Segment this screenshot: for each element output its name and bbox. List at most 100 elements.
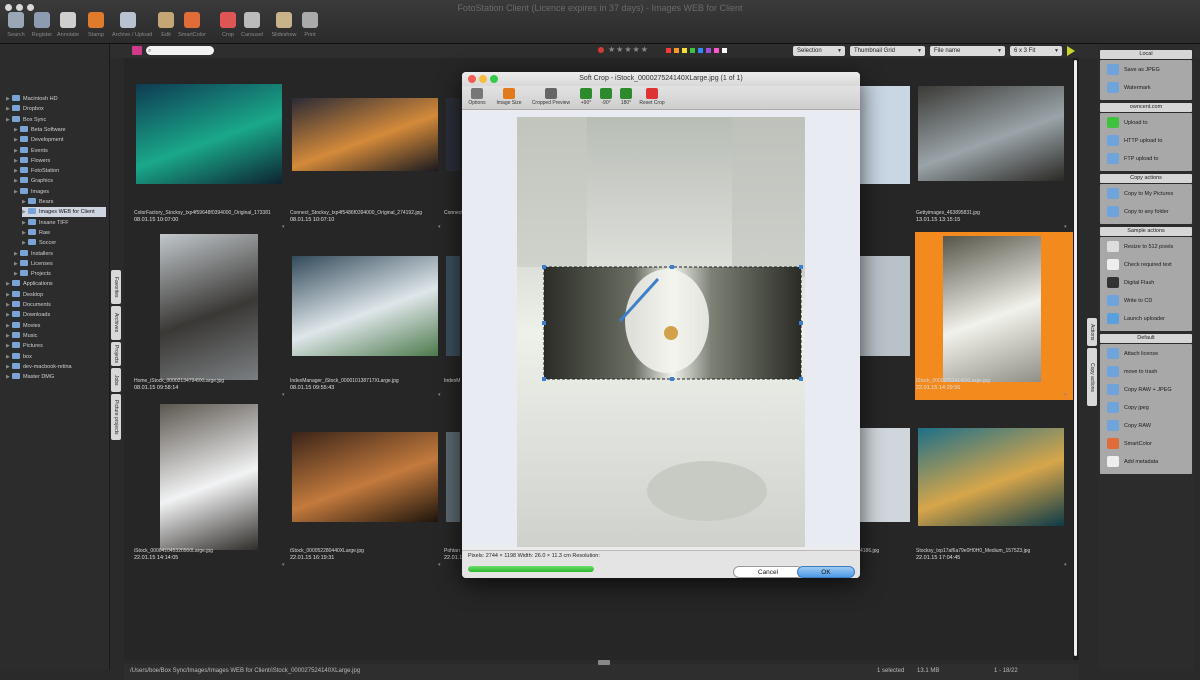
crop-tool-button[interactable]: Options bbox=[466, 88, 488, 106]
tree-item[interactable]: ▶ Desktop bbox=[6, 290, 106, 300]
action-item[interactable]: Check required text bbox=[1102, 257, 1190, 273]
selection-dropdown[interactable]: Selection ▼ bbox=[793, 46, 845, 56]
reject-flag-icon[interactable] bbox=[598, 47, 604, 53]
thumbnail-image[interactable] bbox=[446, 98, 460, 171]
tree-item[interactable]: ▶ Graphics bbox=[14, 176, 106, 186]
tree-item[interactable]: ▶ Insane TIFF bbox=[22, 218, 106, 228]
side-tab[interactable]: Favorites bbox=[111, 270, 121, 304]
action-section-header[interactable]: owncent.com bbox=[1100, 103, 1192, 112]
crop-canvas[interactable] bbox=[462, 111, 860, 547]
view-toggle-icon[interactable] bbox=[132, 46, 142, 55]
action-item[interactable]: Resize to 512 pixels bbox=[1102, 239, 1190, 255]
cancel-button[interactable]: Cancel bbox=[733, 566, 803, 578]
thumbnail-image[interactable] bbox=[292, 432, 438, 522]
tree-item[interactable]: ▶ Box Sync bbox=[6, 115, 106, 125]
color-swatch[interactable] bbox=[706, 48, 711, 53]
action-item[interactable]: HTTP upload to bbox=[1102, 133, 1190, 149]
thumbnail-image[interactable] bbox=[918, 86, 1064, 181]
thumbnail-menu-icon[interactable]: ▾ bbox=[438, 562, 441, 568]
crop-tool-button[interactable]: Cropped Preview bbox=[528, 88, 574, 106]
action-item[interactable]: Copy jpeg bbox=[1102, 400, 1190, 416]
action-item[interactable]: Attach license bbox=[1102, 346, 1190, 362]
action-section-header[interactable]: Local bbox=[1100, 50, 1192, 59]
tree-item[interactable]: ▶ Applications bbox=[6, 279, 106, 289]
action-item[interactable]: Launch uploader bbox=[1102, 311, 1190, 327]
tree-item[interactable]: ▶ Images WEB for Client bbox=[22, 207, 106, 218]
tree-item[interactable]: ▶ Bears bbox=[22, 197, 106, 207]
action-item[interactable]: Save as JPEG bbox=[1102, 62, 1190, 78]
thumbnail-image[interactable] bbox=[136, 84, 282, 184]
side-tab[interactable]: Picture projects bbox=[111, 394, 121, 440]
sort-dropdown[interactable]: File name ▼ bbox=[930, 46, 1005, 56]
tree-item[interactable]: ▶ Macintosh HD bbox=[6, 94, 106, 104]
grid-size-dropdown[interactable]: 6 x 3 Fit ▼ bbox=[1010, 46, 1062, 56]
thumbnail-menu-icon[interactable]: ▾ bbox=[1064, 392, 1067, 398]
thumbnail-menu-icon[interactable]: ▾ bbox=[282, 562, 285, 568]
tree-item[interactable]: ▶ Dropbox bbox=[6, 104, 106, 114]
color-swatch[interactable] bbox=[690, 48, 695, 53]
action-item[interactable]: Write to CD bbox=[1102, 293, 1190, 309]
crop-tool-button[interactable]: Reset Crop bbox=[638, 88, 666, 106]
resize-handle[interactable] bbox=[598, 660, 610, 665]
action-item[interactable]: move to trash bbox=[1102, 364, 1190, 380]
play-icon[interactable] bbox=[1067, 46, 1075, 56]
tree-item[interactable]: ▶ Pictures bbox=[6, 341, 106, 351]
toolbar-button-6[interactable]: SmartColor bbox=[176, 12, 208, 42]
thumbnail-menu-icon[interactable]: ▾ bbox=[282, 224, 285, 230]
thumbnail-menu-icon[interactable]: ▾ bbox=[438, 392, 441, 398]
toolbar-button-4[interactable]: Archive / Upload bbox=[112, 12, 152, 42]
crop-handle-b[interactable] bbox=[670, 377, 674, 381]
crop-tool-button[interactable]: 180° bbox=[618, 88, 634, 106]
color-swatch[interactable] bbox=[714, 48, 719, 53]
action-section-header[interactable]: Copy actions bbox=[1100, 174, 1192, 183]
view-mode-dropdown[interactable]: Thumbnail Grid ▼ bbox=[850, 46, 925, 56]
thumbnail-image[interactable] bbox=[860, 256, 910, 356]
action-item[interactable]: SmartColor bbox=[1102, 436, 1190, 452]
toolbar-button-8[interactable]: Carousel bbox=[236, 12, 268, 42]
crop-tool-button[interactable]: -90° bbox=[598, 88, 614, 106]
thumbnail-image[interactable] bbox=[860, 428, 910, 522]
tree-item[interactable]: ▶ FotoStation bbox=[14, 166, 106, 176]
thumbnail-menu-icon[interactable]: ▾ bbox=[1064, 224, 1067, 230]
crop-tool-button[interactable]: +90° bbox=[578, 88, 594, 106]
thumbnail-image[interactable] bbox=[160, 234, 258, 380]
action-item[interactable]: FTP upload to bbox=[1102, 151, 1190, 167]
thumbnail-image[interactable] bbox=[292, 98, 438, 171]
tree-item[interactable]: ▶ Beta Software bbox=[14, 125, 106, 135]
thumbnail-image[interactable] bbox=[943, 236, 1041, 382]
crop-handle-tl[interactable] bbox=[542, 265, 546, 269]
grid-scrollbar[interactable] bbox=[1073, 58, 1078, 660]
tree-item[interactable]: ▶ Downloads bbox=[6, 310, 106, 320]
side-tab[interactable]: Archives bbox=[111, 306, 121, 340]
action-item[interactable]: Copy RAW + JPEG bbox=[1102, 382, 1190, 398]
dialog-close-button[interactable] bbox=[468, 75, 476, 83]
rating-filter[interactable]: ★★★★★ bbox=[608, 45, 649, 54]
crop-handle-bl[interactable] bbox=[542, 377, 546, 381]
color-swatch[interactable] bbox=[682, 48, 687, 53]
color-swatch[interactable] bbox=[698, 48, 703, 53]
action-item[interactable]: Add metadata bbox=[1102, 454, 1190, 470]
color-swatch[interactable] bbox=[674, 48, 679, 53]
tree-item[interactable]: ▶ Images bbox=[14, 187, 106, 197]
thumbnail-image[interactable] bbox=[446, 432, 460, 522]
tree-item[interactable]: ▶ Documents bbox=[6, 300, 106, 310]
action-section-header[interactable]: Sample actions bbox=[1100, 227, 1192, 236]
side-tab[interactable]: Projects bbox=[111, 342, 121, 366]
color-swatch[interactable] bbox=[666, 48, 671, 53]
tree-item[interactable]: ▶ Projects bbox=[14, 269, 106, 279]
thumbnail-image[interactable] bbox=[160, 404, 258, 550]
action-item[interactable]: Copy to My Pictures bbox=[1102, 186, 1190, 202]
tree-item[interactable]: ▶ Flowers bbox=[14, 156, 106, 166]
search-input[interactable]: ⌕ bbox=[146, 46, 214, 55]
crop-tool-button[interactable]: Image Size bbox=[494, 88, 524, 106]
thumbnail-image[interactable] bbox=[918, 428, 1064, 526]
thumbnail-menu-icon[interactable]: ▾ bbox=[438, 224, 441, 230]
ok-button[interactable]: OK bbox=[797, 566, 855, 578]
tree-item[interactable]: ▶ Master DMG bbox=[6, 372, 106, 382]
crop-handle-r[interactable] bbox=[799, 321, 803, 325]
thumbnail-image[interactable] bbox=[292, 256, 438, 356]
tree-item[interactable]: ▶ Licenses bbox=[14, 259, 106, 269]
tree-item[interactable]: ▶ Raw bbox=[22, 228, 106, 238]
dialog-minimize-button[interactable] bbox=[479, 75, 487, 83]
tree-item[interactable]: ▶ Music bbox=[6, 331, 106, 341]
